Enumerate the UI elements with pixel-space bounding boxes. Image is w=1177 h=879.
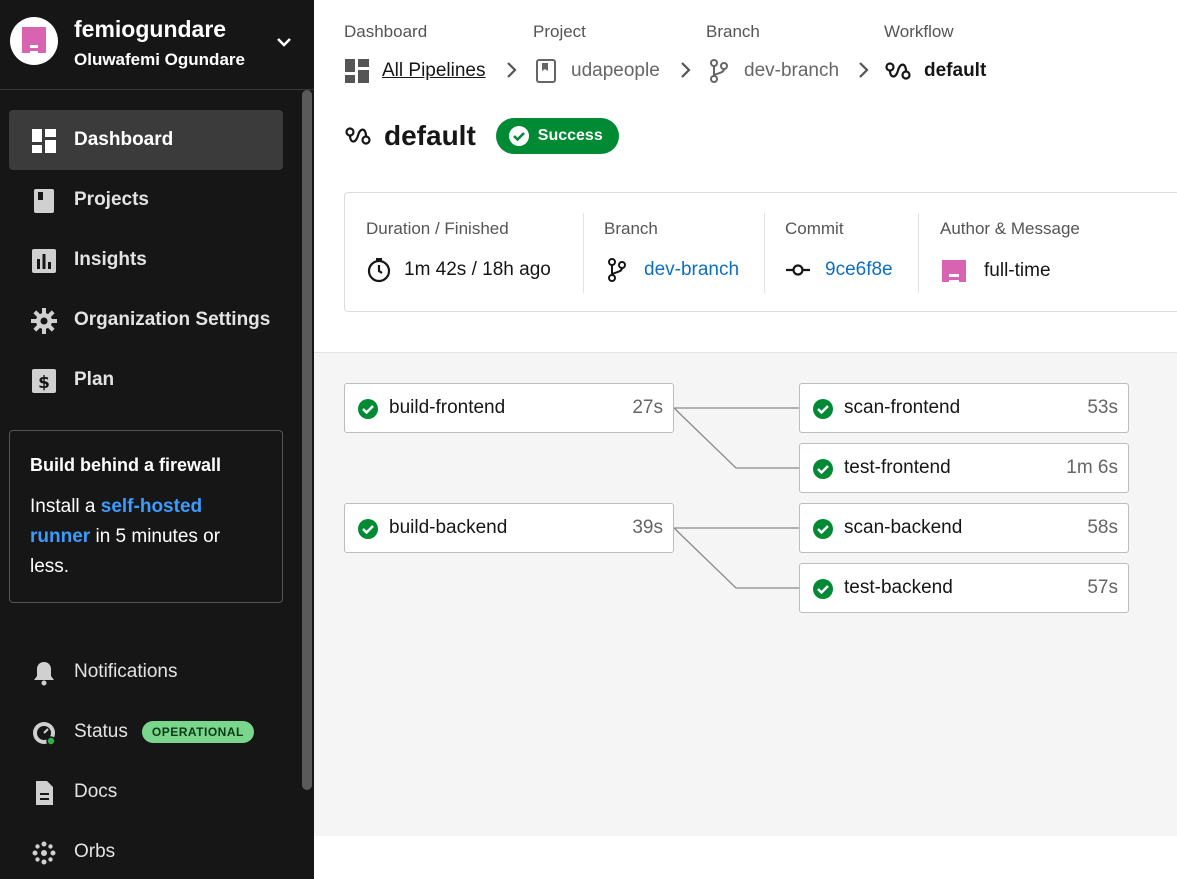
- job-scan-frontend[interactable]: scan-frontend 53s: [799, 383, 1129, 433]
- nav-label: Status: [74, 721, 128, 742]
- check-circle-icon: [813, 579, 833, 599]
- nav-plan[interactable]: $ Plan: [9, 350, 283, 410]
- job-name: build-frontend: [389, 397, 506, 418]
- branch-link[interactable]: dev-branch: [644, 259, 739, 281]
- breadcrumb-project: Project udapeople: [533, 22, 660, 83]
- workflow-icon: [345, 127, 371, 145]
- promo-text: Install a self-hosted runner in 5 minute…: [30, 496, 221, 577]
- page-title: default: [384, 120, 476, 151]
- check-circle-icon: [813, 519, 833, 539]
- nav-label: Dashboard: [74, 129, 174, 150]
- workflow-current: default: [884, 58, 986, 84]
- check-circle-icon: [508, 126, 529, 146]
- chevron-down-icon[interactable]: [272, 30, 296, 54]
- breadcrumb-workflow: Workflow default: [884, 22, 986, 81]
- docs-icon: [36, 781, 53, 805]
- job-duration: 1m 6s: [1066, 457, 1118, 478]
- user-name: Oluwafemi Ogundare: [74, 50, 245, 69]
- project-link[interactable]: udapeople: [533, 58, 660, 84]
- divider: [583, 213, 584, 293]
- job-test-frontend[interactable]: test-frontend 1m 6s: [799, 443, 1129, 493]
- workflow-header: default Success: [344, 118, 619, 154]
- dashboard-icon: [32, 129, 56, 153]
- status-badge: OPERATIONAL: [141, 720, 254, 743]
- check-circle-icon: [813, 399, 833, 419]
- workflow-graph: build-frontend 27s scan-frontend 53s tes…: [314, 352, 1177, 836]
- nav-orbs[interactable]: Orbs: [9, 822, 283, 879]
- branch-link[interactable]: dev-branch: [706, 58, 839, 84]
- commit-message: full-time: [984, 260, 1051, 281]
- job-name: scan-backend: [844, 517, 963, 538]
- status-gauge-icon: [33, 722, 56, 746]
- divider: [764, 213, 765, 293]
- bell-icon: [34, 662, 54, 686]
- nav-label: Organization Settings: [74, 309, 271, 330]
- job-duration: 57s: [1087, 577, 1118, 598]
- project-bookmark-icon: [536, 59, 556, 83]
- nav-organization-settings[interactable]: Organization Settings: [9, 290, 283, 350]
- job-scan-backend[interactable]: scan-backend 58s: [799, 503, 1129, 553]
- branch-icon: [608, 258, 626, 282]
- runner-promo-card: Build behind a firewall Install a self-h…: [9, 430, 283, 603]
- nav-label: Plan: [74, 369, 115, 390]
- commit-icon: [786, 264, 810, 276]
- job-duration: 58s: [1087, 517, 1118, 538]
- job-name: test-frontend: [844, 457, 951, 478]
- pipelines-icon: [345, 59, 369, 83]
- branch-icon: [710, 59, 728, 83]
- org-switcher[interactable]: femiogundare Oluwafemi Ogundare: [0, 0, 314, 90]
- check-circle-icon: [358, 519, 378, 539]
- sidebar: femiogundare Oluwafemi Ogundare Dashboar…: [0, 0, 314, 879]
- org-avatar: [10, 17, 58, 65]
- job-name: test-backend: [844, 577, 953, 598]
- svg-text:$: $: [38, 373, 50, 393]
- org-name: femiogundare: [74, 16, 227, 42]
- nav-label: Projects: [74, 189, 149, 210]
- breadcrumb-branch: Branch dev-branch: [706, 22, 839, 83]
- dollar-icon: $: [32, 369, 56, 393]
- nav-docs[interactable]: Docs: [9, 762, 283, 822]
- breadcrumb: Dashboard All Pipelines Project udapeopl…: [344, 22, 1164, 92]
- workflow-details-card: Duration / Finished 1m 42s / 18h ago Bra…: [344, 192, 1177, 312]
- nav-label: Docs: [74, 781, 118, 802]
- nav-status[interactable]: Status OPERATIONAL: [9, 702, 283, 762]
- orbs-icon: [32, 841, 56, 865]
- nav-notifications[interactable]: Notifications: [9, 642, 283, 702]
- duration-value: 1m 42s / 18h ago: [404, 259, 551, 280]
- nav-insights[interactable]: Insights: [9, 230, 283, 290]
- nav-label: Insights: [74, 249, 147, 270]
- check-circle-icon: [813, 459, 833, 479]
- main-content: Dashboard All Pipelines Project udapeopl…: [314, 0, 1177, 879]
- workflow-icon: [885, 62, 911, 80]
- insights-icon: [32, 249, 56, 273]
- job-duration: 39s: [632, 517, 663, 538]
- chevron-right-icon: [859, 62, 869, 78]
- job-build-frontend[interactable]: build-frontend 27s: [344, 383, 674, 433]
- breadcrumb-dashboard: Dashboard All Pipelines: [344, 22, 486, 83]
- sidebar-scrollbar[interactable]: [302, 90, 312, 790]
- chevron-right-icon: [507, 62, 517, 78]
- job-build-backend[interactable]: build-backend 39s: [344, 503, 674, 553]
- author-avatar: [942, 260, 966, 282]
- nav-label: Notifications: [74, 661, 178, 682]
- commit-link[interactable]: 9ce6f8e: [825, 259, 893, 281]
- job-duration: 27s: [632, 397, 663, 418]
- check-circle-icon: [358, 399, 378, 419]
- job-duration: 53s: [1087, 397, 1118, 418]
- nav-dashboard[interactable]: Dashboard: [9, 110, 283, 170]
- nav-label: Orbs: [74, 841, 116, 862]
- stopwatch-icon: [367, 258, 391, 283]
- all-pipelines-link[interactable]: All Pipelines: [344, 58, 486, 84]
- job-name: build-backend: [389, 517, 508, 538]
- projects-icon: [34, 189, 54, 213]
- job-name: scan-frontend: [844, 397, 961, 418]
- gear-icon: [31, 308, 57, 334]
- promo-title: Build behind a firewall: [30, 455, 222, 475]
- divider: [918, 213, 919, 293]
- nav-projects[interactable]: Projects: [9, 170, 283, 230]
- chevron-right-icon: [681, 62, 691, 78]
- status-badge: Success: [495, 118, 619, 154]
- job-test-backend[interactable]: test-backend 57s: [799, 563, 1129, 613]
